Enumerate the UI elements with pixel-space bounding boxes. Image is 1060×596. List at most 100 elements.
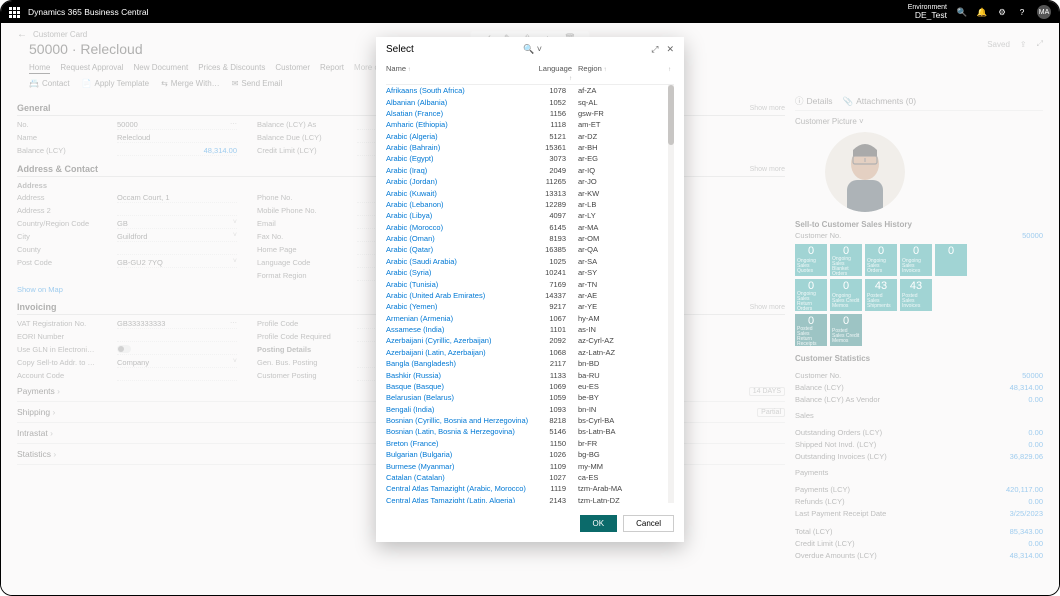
modal-close-icon[interactable]: ✕: [666, 44, 674, 55]
row-name: Arabic (Lebanon): [386, 200, 536, 209]
table-row[interactable]: Belarusian (Belarus)1059be-BY: [386, 392, 674, 403]
row-region: ar-LB: [572, 200, 668, 209]
table-row[interactable]: Arabic (Libya)4097ar-LY: [386, 210, 674, 221]
table-row[interactable]: Arabic (Morocco)6145ar-MA: [386, 222, 674, 233]
row-name: Bangla (Bangladesh): [386, 359, 536, 368]
row-language-id: 1078: [536, 86, 572, 95]
row-language-id: 14337: [536, 291, 572, 300]
row-region: ca-ES: [572, 473, 668, 482]
row-language-id: 1133: [536, 371, 572, 380]
modal-scroll-track[interactable]: [668, 85, 674, 503]
row-name: Catalan (Catalan): [386, 473, 536, 482]
table-row[interactable]: Arabic (Syria)10241ar-SY: [386, 267, 674, 278]
row-name: Central Atlas Tamazight (Latin, Algeria): [386, 496, 536, 503]
table-row[interactable]: Arabic (Qatar)16385ar-QA: [386, 244, 674, 255]
modal-expand-icon[interactable]: ⤢: [651, 44, 658, 55]
search-icon[interactable]: 🔍: [957, 7, 967, 17]
row-language-id: 5146: [536, 427, 572, 436]
table-row[interactable]: Arabic (Saudi Arabia)1025ar-SA: [386, 256, 674, 267]
row-name: Burmese (Myanmar): [386, 462, 536, 471]
table-row[interactable]: Basque (Basque)1069eu-ES: [386, 381, 674, 392]
table-row[interactable]: Arabic (Tunisia)7169ar-TN: [386, 278, 674, 289]
row-language-id: 7169: [536, 280, 572, 289]
table-row[interactable]: Armenian (Armenia)1067hy-AM: [386, 313, 674, 324]
table-row[interactable]: Burmese (Myanmar)1109my-MM: [386, 460, 674, 471]
global-topbar: Dynamics 365 Business Central Environmen…: [1, 1, 1059, 23]
row-region: my-MM: [572, 462, 668, 471]
table-row[interactable]: Arabic (Bahrain)15361ar-BH: [386, 142, 674, 153]
table-row[interactable]: Assamese (India)1101as-IN: [386, 324, 674, 335]
select-modal: Select 🔍 ˅ ⤢ ✕ Name Language Region Afri…: [376, 37, 684, 542]
modal-scroll-thumb[interactable]: [668, 85, 674, 145]
row-name: Arabic (Algeria): [386, 132, 536, 141]
row-language-id: 4097: [536, 211, 572, 220]
table-row[interactable]: Albanian (Albania)1052sq-AL: [386, 96, 674, 107]
app-launcher-icon[interactable]: [9, 7, 20, 18]
table-row[interactable]: Arabic (Iraq)2049ar-IQ: [386, 165, 674, 176]
table-row[interactable]: Bulgarian (Bulgaria)1026bg-BG: [386, 449, 674, 460]
row-language-id: 2049: [536, 166, 572, 175]
cancel-button[interactable]: Cancel: [623, 515, 674, 532]
table-row[interactable]: Afrikaans (South Africa)1078af-ZA: [386, 85, 674, 96]
table-row[interactable]: Arabic (Egypt)3073ar-EG: [386, 153, 674, 164]
table-row[interactable]: Bangla (Bangladesh)2117bn-BD: [386, 358, 674, 369]
row-language-id: 1027: [536, 473, 572, 482]
col-name[interactable]: Name: [386, 64, 536, 82]
row-language-id: 9217: [536, 302, 572, 311]
ok-button[interactable]: OK: [580, 515, 618, 532]
row-region: ar-LY: [572, 211, 668, 220]
table-row[interactable]: Bengali (India)1093bn-IN: [386, 404, 674, 415]
table-row[interactable]: Bashkir (Russia)1133ba-RU: [386, 369, 674, 380]
help-icon[interactable]: ?: [1017, 7, 1027, 17]
table-row[interactable]: Central Atlas Tamazight (Latin, Algeria)…: [386, 495, 674, 504]
row-region: bn-BD: [572, 359, 668, 368]
notifications-icon[interactable]: 🔔: [977, 7, 987, 17]
col-region[interactable]: Region: [572, 64, 668, 82]
table-row[interactable]: Arabic (United Arab Emirates)14337ar-AE: [386, 290, 674, 301]
row-name: Arabic (Morocco): [386, 223, 536, 232]
col-language[interactable]: Language: [536, 64, 572, 82]
table-row[interactable]: Arabic (Lebanon)12289ar-LB: [386, 199, 674, 210]
row-name: Armenian (Armenia): [386, 314, 536, 323]
row-language-id: 1059: [536, 393, 572, 402]
row-region: ar-YE: [572, 302, 668, 311]
table-row[interactable]: Bosnian (Cyrillic, Bosnia and Herzegovin…: [386, 415, 674, 426]
row-language-id: 6145: [536, 223, 572, 232]
modal-table-header: Name Language Region: [386, 62, 674, 85]
table-row[interactable]: Arabic (Yemen)9217ar-YE: [386, 301, 674, 312]
row-name: Bosnian (Cyrillic, Bosnia and Herzegovin…: [386, 416, 536, 425]
table-row[interactable]: Arabic (Kuwait)13313ar-KW: [386, 187, 674, 198]
table-row[interactable]: Arabic (Jordan)11265ar-JO: [386, 176, 674, 187]
table-row[interactable]: Arabic (Oman)8193ar-OM: [386, 233, 674, 244]
row-region: ar-JO: [572, 177, 668, 186]
row-language-id: 10241: [536, 268, 572, 277]
row-region: sq-AL: [572, 98, 668, 107]
table-row[interactable]: Amharic (Ethiopia)1118am-ET: [386, 119, 674, 130]
row-name: Amharic (Ethiopia): [386, 120, 536, 129]
table-row[interactable]: Alsatian (France)1156gsw-FR: [386, 108, 674, 119]
environment-indicator[interactable]: Environment DE_Test: [908, 4, 947, 20]
row-language-id: 5121: [536, 132, 572, 141]
row-region: as-IN: [572, 325, 668, 334]
row-name: Bosnian (Latin, Bosnia & Herzegovina): [386, 427, 536, 436]
table-row[interactable]: Arabic (Algeria)5121ar-DZ: [386, 131, 674, 142]
row-name: Breton (France): [386, 439, 536, 448]
table-row[interactable]: Bosnian (Latin, Bosnia & Herzegovina)514…: [386, 426, 674, 437]
product-name: Dynamics 365 Business Central: [28, 7, 148, 17]
table-row[interactable]: Azerbaijani (Cyrillic, Azerbaijan)2092az…: [386, 335, 674, 346]
row-region: ar-TN: [572, 280, 668, 289]
table-row[interactable]: Catalan (Catalan)1027ca-ES: [386, 472, 674, 483]
row-name: Arabic (United Arab Emirates): [386, 291, 536, 300]
row-name: Bengali (India): [386, 405, 536, 414]
row-language-id: 1026: [536, 450, 572, 459]
settings-icon[interactable]: ⚙: [997, 7, 1007, 17]
user-avatar[interactable]: MA: [1037, 5, 1051, 19]
row-name: Arabic (Oman): [386, 234, 536, 243]
row-region: ar-EG: [572, 154, 668, 163]
modal-search-icon[interactable]: 🔍 ˅: [523, 44, 542, 55]
table-row[interactable]: Azerbaijani (Latin, Azerbaijan)1068az-La…: [386, 347, 674, 358]
table-row[interactable]: Central Atlas Tamazight (Arabic, Morocco…: [386, 483, 674, 494]
row-region: bs-Latn-BA: [572, 427, 668, 436]
table-row[interactable]: Breton (France)1150br-FR: [386, 438, 674, 449]
row-name: Arabic (Yemen): [386, 302, 536, 311]
